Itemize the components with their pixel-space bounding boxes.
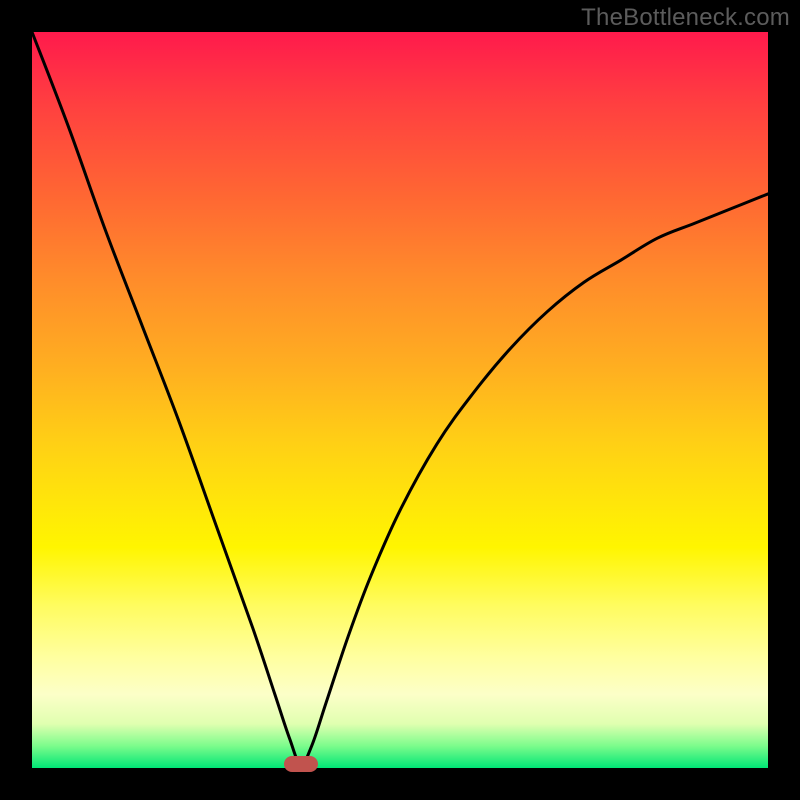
plot-background-gradient: [32, 32, 768, 768]
curve-path: [32, 32, 768, 764]
chart-frame: TheBottleneck.com: [0, 0, 800, 800]
valley-marker: [284, 756, 318, 772]
bottleneck-curve: [32, 32, 768, 768]
watermark-text: TheBottleneck.com: [581, 4, 790, 32]
